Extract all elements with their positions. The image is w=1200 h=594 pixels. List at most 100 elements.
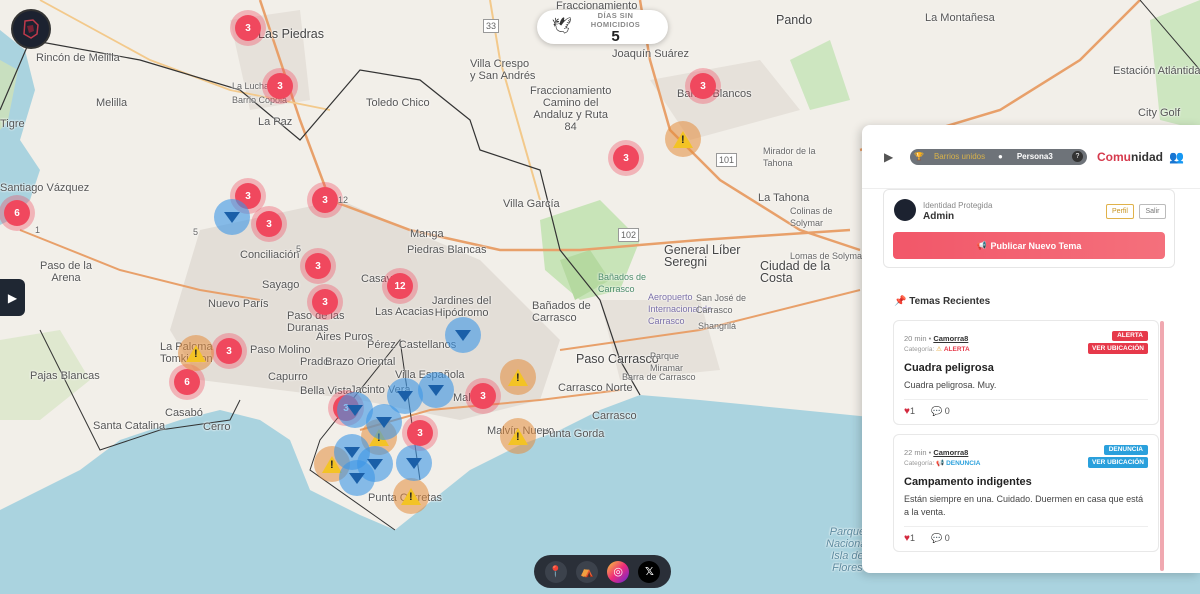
place-label: Aires Puros <box>316 331 373 343</box>
homicide-counter: 🕊 DÍAS SIN HOMICIDIOS 5 <box>537 10 668 44</box>
denuncia-marker[interactable] <box>339 460 375 496</box>
bottom-toolbar: 📍 ⛺ ◎ 𝕏 <box>534 555 671 588</box>
place-label: La Tahona <box>758 192 810 204</box>
place-label: Brazo Oriental <box>325 356 396 368</box>
divider <box>904 399 1148 400</box>
sidebar-toggle-button[interactable]: ▶ <box>0 279 25 316</box>
like-count: 1 <box>909 406 915 416</box>
profile-button[interactable]: Perfil <box>1106 204 1134 219</box>
place-label: Pando <box>776 13 813 27</box>
denuncia-marker[interactable] <box>396 445 432 481</box>
feed-scrollbar[interactable] <box>1160 321 1164 571</box>
place-label: Nuevo París <box>208 298 269 310</box>
like-button[interactable]: ♥1 <box>904 406 915 417</box>
pin-icon: 📍 <box>548 566 563 578</box>
road-label: 102 <box>618 228 640 242</box>
recent-topics-label: Temas Recientes <box>909 296 991 307</box>
x-button[interactable]: 𝕏 <box>638 560 661 583</box>
map-logo-icon <box>23 19 39 39</box>
topics-feed[interactable]: 20 min • Camorra8 Categoría: ⚠ ALERTA AL… <box>893 320 1165 573</box>
incident-cluster[interactable]: 3 <box>305 253 331 279</box>
incident-cluster[interactable]: 3 <box>407 420 433 446</box>
place-label: Capurro <box>268 371 308 383</box>
place-label: Las Piedras <box>258 27 325 41</box>
place-label: Piedras Blancas <box>407 244 487 256</box>
comment-button[interactable]: 💬 0 <box>931 406 950 417</box>
place-label: San José de Carrasco <box>696 293 747 315</box>
post-author[interactable]: Camorra8 <box>933 448 968 457</box>
app-logo[interactable] <box>11 9 51 49</box>
post-author[interactable]: Camorra8 <box>933 334 968 343</box>
denuncia-marker[interactable] <box>337 392 373 428</box>
instagram-icon: ◎ <box>613 566 623 578</box>
tent-filter-button[interactable]: ⛺ <box>575 560 598 583</box>
place-label: Carrasco <box>592 410 637 422</box>
place-label: Manga <box>410 228 444 240</box>
incident-cluster[interactable]: 3 <box>312 289 338 315</box>
incident-cluster[interactable]: 3 <box>267 73 293 99</box>
alert-marker[interactable] <box>500 359 536 395</box>
view-location-button[interactable]: VER UBICACIÓN <box>1087 457 1148 468</box>
alert-marker[interactable] <box>500 418 536 454</box>
alert-marker[interactable] <box>393 478 429 514</box>
place-label: Estación Atlántida <box>1113 65 1200 77</box>
incident-cluster[interactable]: 3 <box>470 383 496 409</box>
place-label: Barra de Carrasco <box>622 372 696 382</box>
status-badge: ALERTA <box>1112 331 1148 341</box>
place-label: Villa García <box>503 198 560 210</box>
place-label: Santiago Vázquez <box>0 182 90 194</box>
map-pin-button[interactable]: 📍 <box>544 560 567 583</box>
counter-value: 5 <box>611 27 620 45</box>
place-label: Conciliación <box>240 249 300 261</box>
place-label: Paso de la Arena <box>40 260 92 284</box>
publish-topic-button[interactable]: 📢 Publicar Nuevo Tema <box>893 232 1165 259</box>
incident-cluster[interactable]: 3 <box>216 338 242 364</box>
status-badge: DENUNCIA <box>1103 445 1148 455</box>
incident-cluster[interactable]: 3 <box>235 15 261 41</box>
alert-marker[interactable] <box>178 335 214 371</box>
topic-card[interactable]: 22 min • Camorra8 Categoría: 📢 DENUNCIA … <box>893 434 1159 552</box>
place-label: La Montañesa <box>925 12 995 24</box>
like-button[interactable]: ♥1 <box>904 533 915 544</box>
place-label: Colinas de Solymar <box>790 206 833 228</box>
incident-cluster[interactable]: 3 <box>690 73 716 99</box>
play-icon: ▶ <box>884 149 894 164</box>
alert-marker[interactable] <box>665 121 701 157</box>
category-prefix: Categoría: <box>904 346 935 353</box>
incident-cluster[interactable]: 12 <box>387 273 413 299</box>
place-label: Bañados de Carrasco <box>598 272 647 294</box>
tent-icon <box>224 211 240 223</box>
denuncia-marker[interactable] <box>214 199 250 235</box>
publish-label: Publicar Nuevo Tema <box>990 240 1082 251</box>
instagram-button[interactable]: ◎ <box>607 560 630 583</box>
user-subtitle: Identidad Protegida <box>923 201 993 210</box>
comment-icon: 💬 <box>931 533 943 543</box>
comment-button[interactable]: 💬 0 <box>931 533 950 544</box>
place-label: Paso Carrasco <box>576 352 659 366</box>
logout-button[interactable]: Salir <box>1139 204 1166 219</box>
view-location-button[interactable]: VER UBICACIÓN <box>1087 343 1148 354</box>
incident-cluster[interactable]: 6 <box>174 369 200 395</box>
denuncia-marker[interactable] <box>418 372 454 408</box>
topic-card[interactable]: 20 min • Camorra8 Categoría: ⚠ ALERTA AL… <box>893 320 1159 425</box>
incident-cluster[interactable]: 6 <box>4 200 30 226</box>
incident-cluster[interactable]: 3 <box>613 145 639 171</box>
audio-player[interactable]: 🏆 Barrios unidos ● Persona3 ? <box>910 148 1087 165</box>
warning-icon <box>508 368 528 386</box>
place-label: La Lucha <box>232 81 270 91</box>
road-label: 5 <box>296 244 302 254</box>
incident-cluster[interactable]: 3 <box>312 187 338 213</box>
help-icon[interactable]: ? <box>1072 151 1083 162</box>
post-time: 20 min <box>904 334 927 343</box>
warning-icon <box>508 427 528 445</box>
category-value: DENUNCIA <box>946 460 981 467</box>
denuncia-marker[interactable] <box>445 317 481 353</box>
warning-icon: ⚠ <box>936 346 942 353</box>
place-label: Sayago <box>262 279 300 291</box>
tent-icon <box>428 384 444 396</box>
incident-cluster[interactable]: 3 <box>256 211 282 237</box>
comment-icon: 💬 <box>931 406 943 416</box>
avatar <box>894 199 916 221</box>
play-button[interactable]: ▶ <box>884 150 900 164</box>
pin-icon: 📌 <box>894 296 907 307</box>
